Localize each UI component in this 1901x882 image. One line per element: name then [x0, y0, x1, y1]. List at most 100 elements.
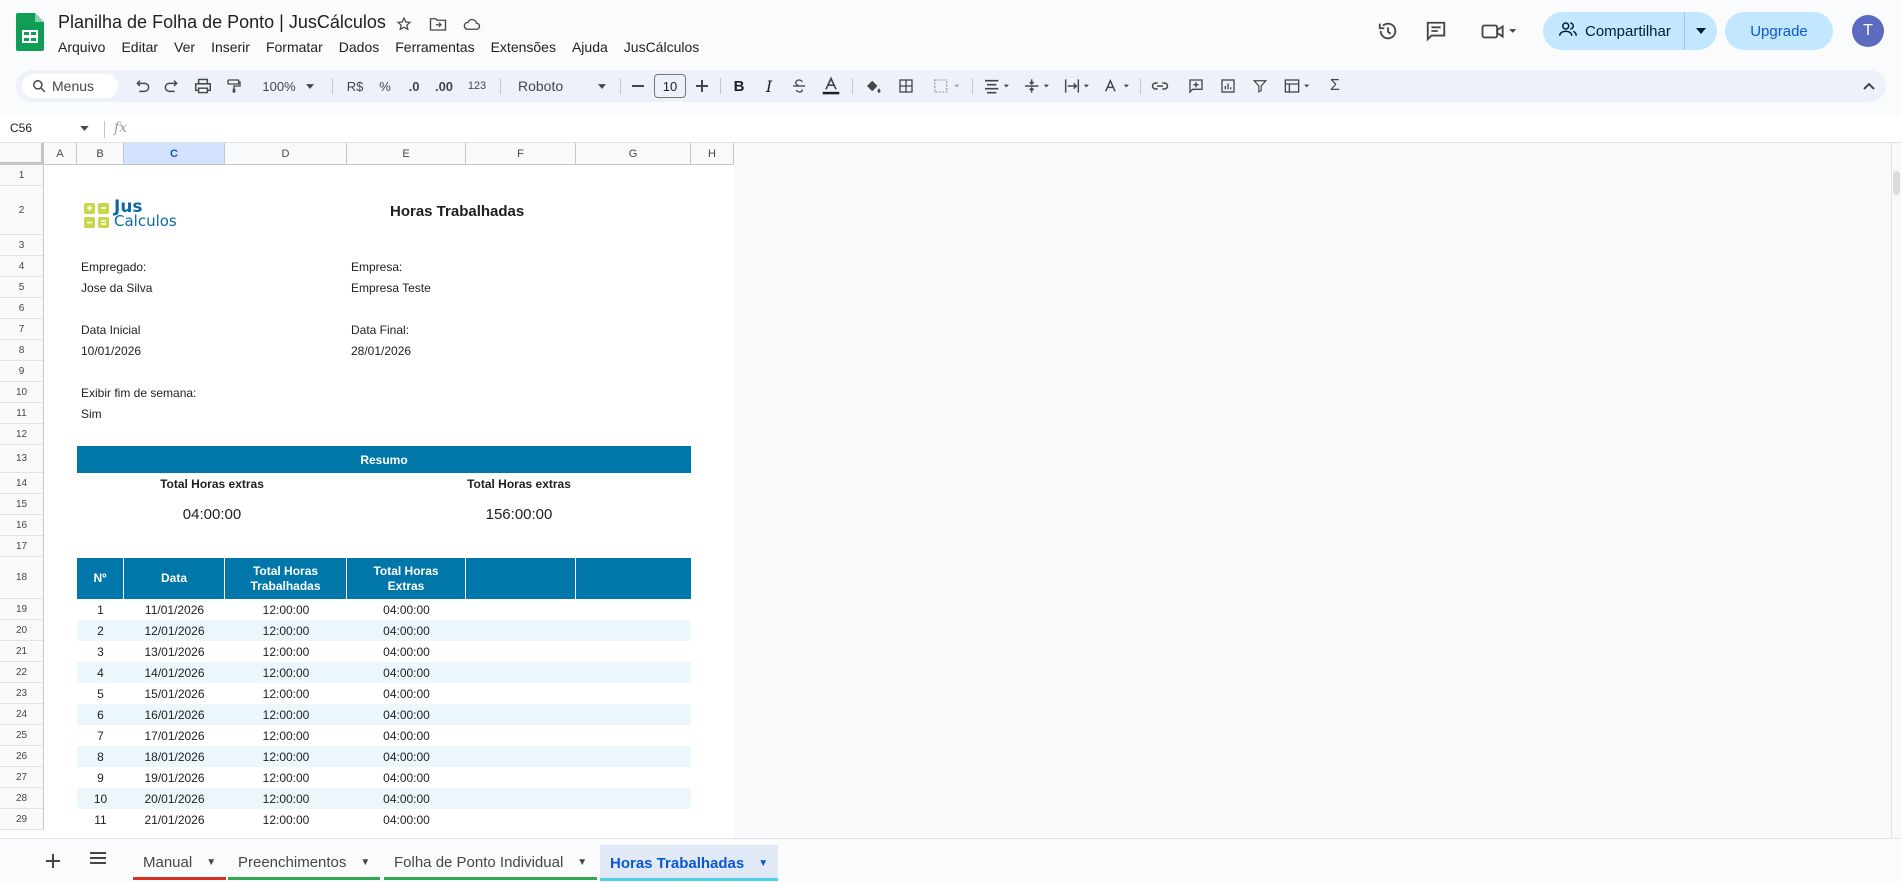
filter-icon[interactable]	[1248, 74, 1272, 98]
sheet-tab-preenchimentos[interactable]: Preenchimentos ▼	[228, 847, 381, 880]
row-number[interactable]: 5	[77, 683, 124, 704]
column-header-f[interactable]: F	[466, 143, 576, 165]
chevron-down-icon[interactable]: ▼	[206, 857, 216, 868]
row-worked-hours[interactable]: 12:00:00	[225, 599, 347, 620]
insert-chart-icon[interactable]	[1216, 74, 1240, 98]
insert-link-icon[interactable]	[1148, 74, 1172, 98]
employee-label[interactable]: Empregado:	[81, 260, 146, 274]
weekend-label[interactable]: Exibir fim de semana:	[81, 386, 196, 400]
column-header-c[interactable]: C	[124, 143, 225, 165]
avatar[interactable]: T	[1852, 15, 1884, 47]
row-header-23[interactable]: 23	[0, 683, 44, 704]
increase-decimal-button[interactable]: .00	[430, 74, 458, 98]
table-header-blank-g[interactable]	[576, 558, 691, 599]
table-row[interactable]: 1 11/01/2026 12:00:00 04:00:00	[77, 599, 691, 620]
chevron-down-icon[interactable]: ▼	[758, 858, 768, 869]
cloud-status-icon[interactable]	[462, 14, 482, 34]
employee-value[interactable]: Jose da Silva	[81, 281, 152, 295]
chevron-down-icon[interactable]: ▼	[360, 857, 370, 868]
undo-icon[interactable]	[130, 74, 154, 98]
text-color-icon[interactable]	[818, 74, 844, 98]
table-header-number[interactable]: Nº	[77, 558, 124, 599]
row-date[interactable]: 11/01/2026	[124, 599, 225, 620]
font-size-increase-button[interactable]	[692, 74, 712, 98]
row-date[interactable]: 18/01/2026	[124, 746, 225, 767]
row-number[interactable]: 9	[77, 767, 124, 788]
column-header-e[interactable]: E	[347, 143, 466, 165]
table-header-blank-f[interactable]	[466, 558, 576, 599]
menu-editar[interactable]: Editar	[113, 38, 166, 56]
text-wrapping-icon[interactable]	[1060, 74, 1094, 98]
font-family-select[interactable]: Roboto	[510, 74, 614, 98]
table-row[interactable]: 4 14/01/2026 12:00:00 04:00:00	[77, 662, 691, 683]
row-worked-hours[interactable]: 12:00:00	[225, 662, 347, 683]
start-date-label[interactable]: Data Inicial	[81, 323, 140, 337]
row-header-15[interactable]: 15	[0, 494, 44, 515]
paint-format-icon[interactable]	[222, 74, 246, 98]
row-date[interactable]: 14/01/2026	[124, 662, 225, 683]
weekend-value[interactable]: Sim	[81, 407, 102, 421]
name-box-dropdown-icon[interactable]	[80, 123, 89, 133]
row-number[interactable]: 6	[77, 704, 124, 725]
menu-extensoes[interactable]: Extensões	[483, 38, 564, 56]
currency-format-button[interactable]: R$	[342, 74, 368, 98]
column-header-h[interactable]: H	[691, 143, 734, 165]
row-overtime[interactable]: 04:00:00	[347, 767, 466, 788]
meet-icon[interactable]	[1474, 13, 1524, 49]
menu-ajuda[interactable]: Ajuda	[564, 38, 616, 56]
row-number[interactable]: 3	[77, 641, 124, 662]
row-overtime[interactable]: 04:00:00	[347, 599, 466, 620]
version-history-icon[interactable]	[1370, 13, 1406, 49]
table-row[interactable]: 2 12/01/2026 12:00:00 04:00:00	[77, 620, 691, 641]
row-date[interactable]: 19/01/2026	[124, 767, 225, 788]
name-box[interactable]: C56	[10, 121, 32, 135]
summary-right-value[interactable]: 156:00:00	[347, 506, 691, 523]
row-header-2[interactable]: 2	[0, 186, 44, 235]
font-size-input[interactable]: 10	[654, 74, 686, 98]
table-header-overtime[interactable]: Total Horas Extras	[347, 558, 466, 599]
row-header-3[interactable]: 3	[0, 235, 44, 256]
row-header-5[interactable]: 5	[0, 277, 44, 298]
row-header-12[interactable]: 12	[0, 424, 44, 445]
vertical-align-icon[interactable]	[1020, 74, 1054, 98]
row-header-24[interactable]: 24	[0, 704, 44, 725]
row-header-27[interactable]: 27	[0, 767, 44, 788]
scrollbar-thumb[interactable]	[1893, 171, 1900, 195]
row-number[interactable]: 8	[77, 746, 124, 767]
share-button[interactable]: Compartilhar	[1543, 12, 1717, 50]
table-row[interactable]: 10 20/01/2026 12:00:00 04:00:00	[77, 788, 691, 809]
summary-right-label[interactable]: Total Horas extras	[347, 477, 691, 491]
text-rotation-icon[interactable]	[1100, 74, 1134, 98]
table-row[interactable]: 3 13/01/2026 12:00:00 04:00:00	[77, 641, 691, 662]
end-date-value[interactable]: 28/01/2026	[351, 344, 411, 358]
sheet-tab-folha-de-ponto-individual[interactable]: Folha de Ponto Individual ▼	[384, 847, 598, 880]
row-header-28[interactable]: 28	[0, 788, 44, 809]
row-overtime[interactable]: 04:00:00	[347, 662, 466, 683]
row-header-11[interactable]: 11	[0, 403, 44, 424]
row-date[interactable]: 12/01/2026	[124, 620, 225, 641]
italic-icon[interactable]: I	[758, 74, 780, 98]
row-overtime[interactable]: 04:00:00	[347, 641, 466, 662]
merge-cells-icon[interactable]	[926, 74, 966, 98]
company-value[interactable]: Empresa Teste	[351, 281, 431, 295]
sheet-tab-horas-trabalhadas[interactable]: Horas Trabalhadas ▼	[600, 845, 779, 881]
menu-ferramentas[interactable]: Ferramentas	[387, 38, 482, 56]
row-header-6[interactable]: 6	[0, 298, 44, 319]
row-worked-hours[interactable]: 12:00:00	[225, 620, 347, 641]
select-all-corner[interactable]	[0, 143, 44, 165]
bold-icon[interactable]: B	[728, 74, 750, 98]
number-format-button[interactable]: 123	[464, 74, 490, 98]
row-number[interactable]: 1	[77, 599, 124, 620]
add-sheet-icon[interactable]	[46, 851, 60, 874]
sheet-title[interactable]: Horas Trabalhadas	[390, 203, 524, 220]
sheet-tab-manual[interactable]: Manual ▼	[133, 847, 227, 880]
insert-comment-icon[interactable]	[1184, 74, 1208, 98]
row-number[interactable]: 2	[77, 620, 124, 641]
row-worked-hours[interactable]: 12:00:00	[225, 725, 347, 746]
row-number[interactable]: 4	[77, 662, 124, 683]
vertical-scrollbar[interactable]	[1891, 143, 1901, 838]
font-size-decrease-button[interactable]	[628, 74, 648, 98]
row-worked-hours[interactable]: 12:00:00	[225, 683, 347, 704]
column-header-a[interactable]: A	[44, 143, 77, 165]
row-date[interactable]: 20/01/2026	[124, 788, 225, 809]
